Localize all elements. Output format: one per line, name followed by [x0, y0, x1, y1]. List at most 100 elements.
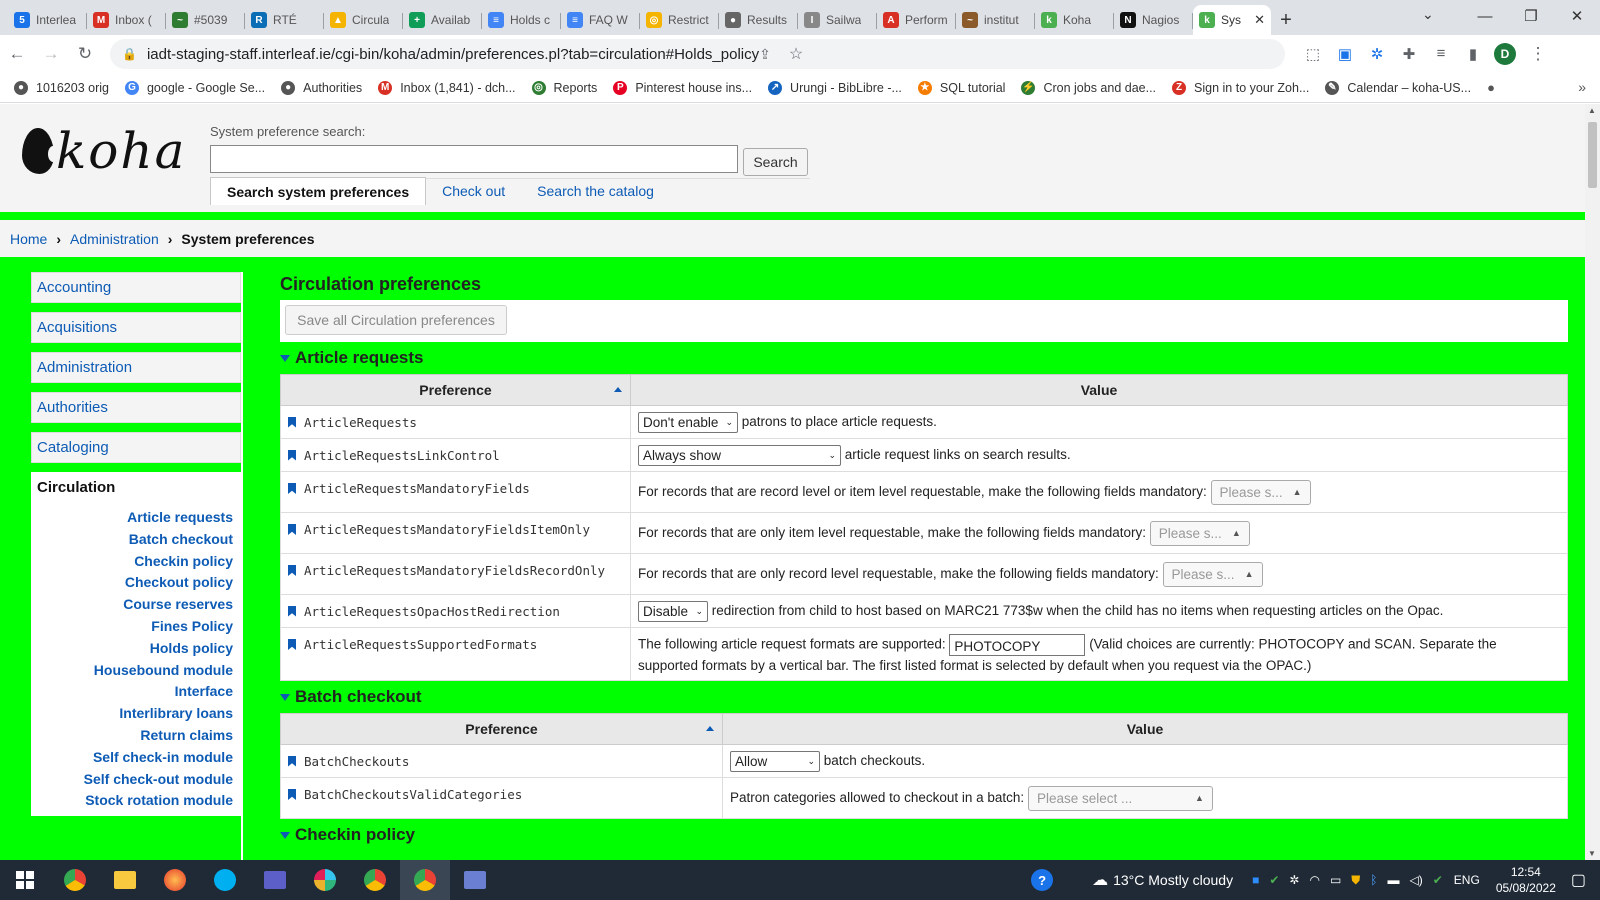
browser-tab[interactable]: ◎ Restrict [640, 5, 719, 35]
col-preference-header[interactable]: Preference [280, 713, 723, 745]
bookmark-item[interactable]: Ggoogle - Google Se... [124, 80, 265, 95]
chrome-profile-icon[interactable] [350, 860, 400, 900]
scroll-up-icon[interactable]: ▲ [1588, 106, 1596, 115]
valid-categories-multiselect[interactable]: Please select ... ▲ [1027, 785, 1213, 811]
reading-list-icon[interactable]: ≡ [1425, 45, 1457, 63]
bookmark-icon[interactable] [288, 565, 296, 576]
slack-tray-icon[interactable]: ✲ [1289, 873, 1299, 887]
subnav-item-article-requests[interactable]: Article requests [31, 507, 233, 529]
slack-icon[interactable] [300, 860, 350, 900]
more-bookmarks-icon[interactable]: » [1578, 79, 1586, 95]
minimize-button[interactable]: — [1462, 0, 1508, 32]
bookmark-star-icon[interactable]: ☆ [789, 44, 803, 64]
start-button[interactable] [0, 860, 50, 900]
share-icon[interactable]: ⇪ [759, 46, 771, 63]
breadcrumb-home[interactable]: Home [10, 231, 47, 247]
save-all-button[interactable]: Save all Circulation preferences [285, 305, 507, 335]
collapse-triangle-icon[interactable] [280, 693, 290, 701]
section-heading-batch-checkout[interactable]: Batch checkout [280, 681, 1568, 713]
restore-button[interactable]: ❐ [1508, 0, 1554, 32]
globe-icon[interactable]: ● [1487, 80, 1495, 95]
bookmark-item[interactable]: ⚡ Cron jobs and dae... [1021, 80, 1156, 95]
new-tab-button[interactable]: + [1271, 5, 1301, 35]
subnav-item-interface[interactable]: Interface [31, 681, 233, 703]
browser-tab[interactable]: 5 Interlea [8, 5, 87, 35]
browser-tab[interactable]: + Availab [403, 5, 482, 35]
lock-icon[interactable]: 🔒 [122, 47, 137, 61]
browser-tab[interactable]: A Perform [877, 5, 956, 35]
bookmark-icon[interactable] [288, 789, 296, 800]
bookmark-item[interactable]: ★ SQL tutorial [917, 80, 1005, 95]
tab-check-out[interactable]: Check out [426, 177, 521, 205]
browser-tab[interactable]: ~ institut [956, 5, 1035, 35]
link-control-select[interactable]: Always show ⌄ [638, 444, 841, 466]
subnav-item-interlibrary-loans[interactable]: Interlibrary loans [31, 703, 233, 725]
bookmark-item[interactable]: ● 1016203 orig [14, 80, 109, 95]
subnav-item-course-reserves[interactable]: Course reserves [31, 594, 233, 616]
subnav-item-fines-policy[interactable]: Fines Policy [31, 616, 233, 638]
reload-button[interactable]: ↻ [68, 44, 102, 64]
nav-administration[interactable]: Administration [31, 352, 241, 383]
browser-tab[interactable]: ~ #5039 [166, 5, 245, 35]
security-tray-icon[interactable]: ✔ [1433, 873, 1443, 887]
mandatory-fields-item-multiselect[interactable]: Please s... ▲ [1149, 520, 1250, 546]
check-tray-icon[interactable]: ✔ [1269, 873, 1279, 887]
wifi-icon[interactable]: ◠ [1309, 873, 1319, 887]
browser-tab[interactable]: N Nagios [1114, 5, 1193, 35]
extension-icon[interactable]: ⬚ [1297, 45, 1329, 63]
browser-tab[interactable]: R RTÉ [245, 5, 324, 35]
extension-badge-icon[interactable]: ▣ [1329, 45, 1361, 63]
bookmark-item[interactable]: ● Authorities [281, 80, 362, 95]
subnav-item-self-check-out-module[interactable]: Self check-out module [31, 769, 233, 791]
network-app-icon[interactable] [450, 860, 500, 900]
help-icon[interactable]: ? [1031, 869, 1054, 891]
page-scrollbar[interactable]: ▲ ▼ [1585, 104, 1600, 860]
back-button[interactable]: ← [0, 44, 34, 64]
search-button[interactable]: Search [743, 148, 808, 176]
browser-tab[interactable]: k Koha [1035, 5, 1114, 35]
bookmark-item[interactable]: ✎ Calendar – koha-US... [1325, 80, 1471, 95]
nav-cataloging[interactable]: Cataloging [31, 432, 241, 463]
bookmark-icon[interactable] [288, 483, 296, 494]
browser-tab[interactable]: ≡ Holds c [482, 5, 561, 35]
subnav-item-holds-policy[interactable]: Holds policy [31, 638, 233, 660]
bookmark-icon[interactable] [288, 416, 296, 428]
bookmark-icon[interactable] [288, 755, 296, 767]
browser-tab[interactable]: ● Results [719, 5, 798, 35]
sort-asc-icon[interactable] [706, 726, 714, 731]
sort-asc-icon[interactable] [614, 387, 622, 392]
notifications-icon[interactable]: ▢ [1571, 870, 1586, 890]
collapse-triangle-icon[interactable] [280, 354, 290, 362]
menu-kebab-icon[interactable]: ⋮ [1521, 44, 1555, 64]
subnav-item-return-claims[interactable]: Return claims [31, 725, 233, 747]
bookmark-icon[interactable] [288, 524, 296, 535]
browser-tab[interactable]: ≡ FAQ W [561, 5, 640, 35]
bookmark-icon[interactable] [288, 605, 296, 617]
side-panel-icon[interactable]: ▮ [1457, 45, 1489, 63]
clock[interactable]: 12:54 05/08/2022 [1496, 864, 1556, 896]
zoom-tray-icon[interactable]: ■ [1252, 873, 1259, 887]
skype-icon[interactable] [200, 860, 250, 900]
scroll-down-icon[interactable]: ▼ [1588, 849, 1596, 858]
subnav-item-stock-rotation-module[interactable]: Stock rotation module [31, 790, 233, 812]
chrome-active-icon[interactable] [400, 860, 450, 900]
subnav-item-batch-checkout[interactable]: Batch checkout [31, 529, 233, 551]
subnav-item-housebound-module[interactable]: Housebound module [31, 660, 233, 682]
url-bar[interactable]: 🔒 iadt-staging-staff.interleaf.ie/cgi-bi… [110, 39, 1285, 69]
shield-tray-icon[interactable]: ⛊ [1351, 873, 1360, 888]
browser-tab[interactable]: ▲ Circula [324, 5, 403, 35]
collapse-triangle-icon[interactable] [280, 831, 290, 839]
bookmark-icon[interactable] [288, 449, 296, 461]
subnav-item-checkin-policy[interactable]: Checkin policy [31, 551, 233, 573]
teams-icon[interactable] [250, 860, 300, 900]
system-pref-search-input[interactable] [210, 145, 738, 173]
language-indicator[interactable]: ENG [1454, 873, 1480, 887]
weather-text[interactable]: 13°C Mostly cloudy [1113, 872, 1233, 888]
bookmark-item[interactable]: ◎ Reports [531, 80, 597, 95]
bookmark-item[interactable]: M Inbox (1,841) - dch... [378, 80, 516, 95]
supported-formats-input[interactable]: PHOTOCOPY [949, 633, 1086, 656]
subnav-item-self-check-in-module[interactable]: Self check-in module [31, 747, 233, 769]
close-tab-icon[interactable]: ✕ [1254, 12, 1265, 28]
bookmark-icon[interactable] [288, 639, 296, 650]
monitor-tray-icon[interactable]: ▭ [1330, 873, 1341, 887]
